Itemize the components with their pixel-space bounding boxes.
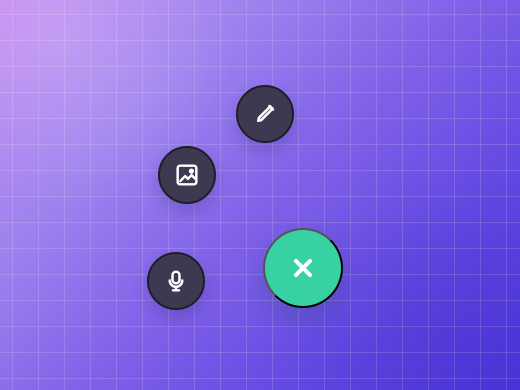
image-button[interactable] xyxy=(158,146,216,204)
close-icon xyxy=(293,258,313,278)
pencil-icon xyxy=(256,104,275,123)
app-canvas xyxy=(0,0,520,390)
microphone-button[interactable] xyxy=(147,252,205,310)
close-button[interactable] xyxy=(263,228,343,308)
background-grid xyxy=(0,0,520,390)
image-icon xyxy=(176,164,198,186)
edit-button[interactable] xyxy=(236,85,294,143)
microphone-icon xyxy=(168,270,184,292)
